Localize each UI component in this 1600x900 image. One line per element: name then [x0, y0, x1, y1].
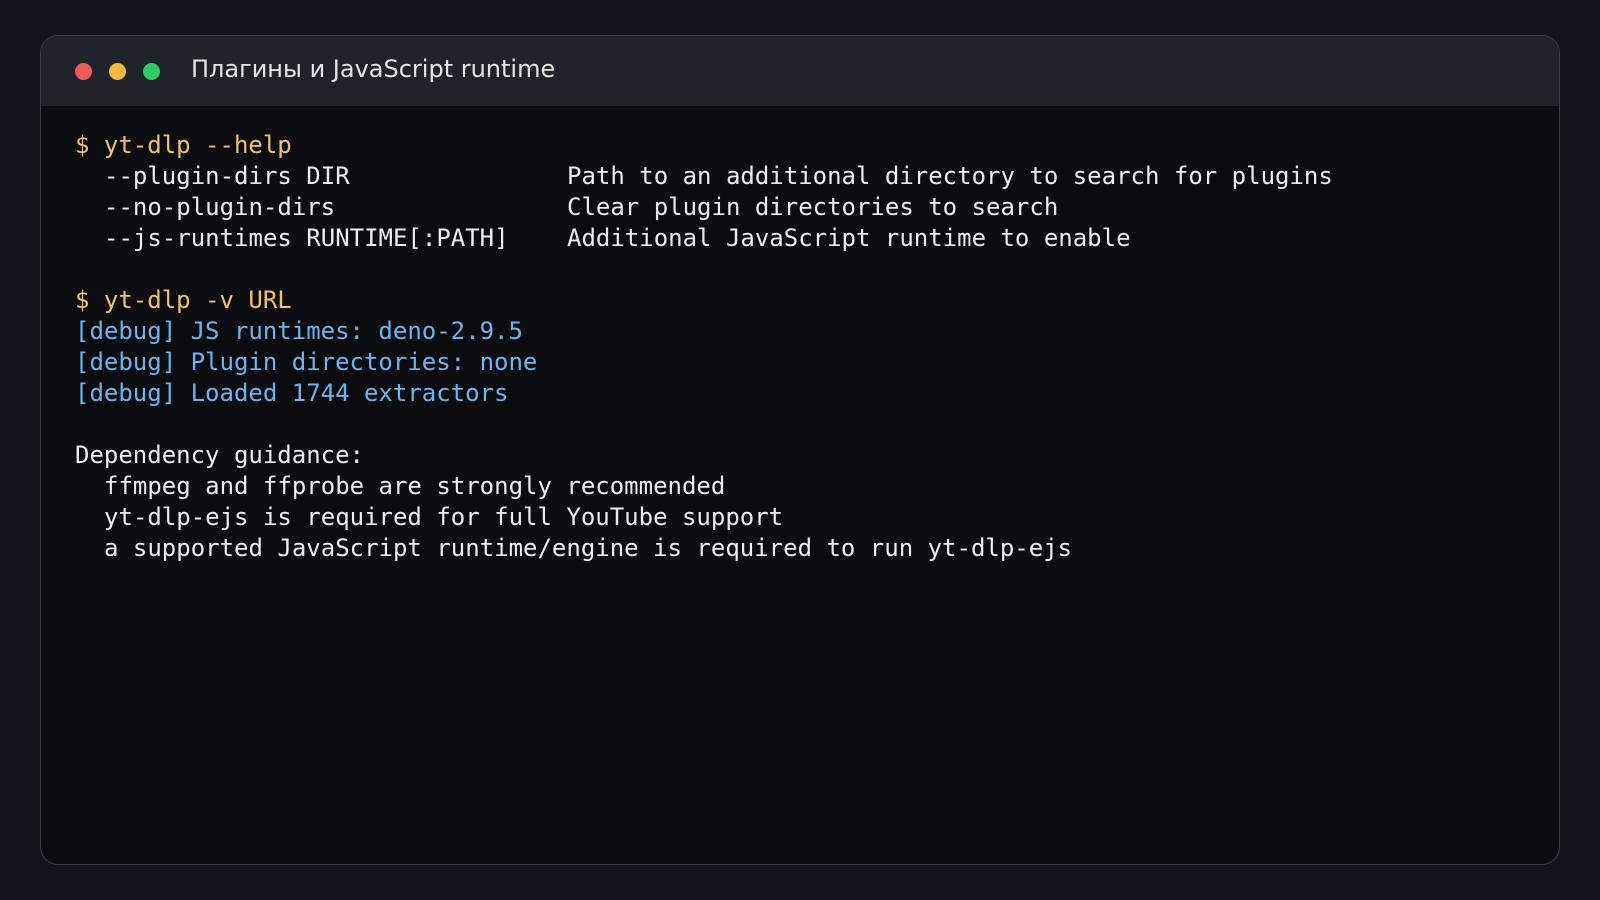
- help-option-row: --js-runtimes RUNTIME[:PATH] Additional J…: [75, 223, 1539, 254]
- debug-line: [debug] JS runtimes: deno-2.9.5: [75, 317, 523, 345]
- debug-line: [debug] Loaded 1744 extractors: [75, 379, 509, 407]
- help-option-row: --plugin-dirs DIR Path to an additional d…: [75, 161, 1539, 192]
- command-line-verbose: $ yt-dlp -v URL: [75, 286, 292, 314]
- option-flag: --plugin-dirs DIR: [104, 162, 350, 190]
- window-title: Плагины и JavaScript runtime: [191, 55, 556, 83]
- option-flag: --js-runtimes RUNTIME[:PATH]: [104, 224, 509, 252]
- close-button[interactable]: [75, 63, 92, 80]
- option-description: Additional JavaScript runtime to enable: [567, 224, 1131, 252]
- guidance-line: a supported JavaScript runtime/engine is…: [104, 534, 1073, 562]
- option-description: Clear plugin directories to search: [567, 193, 1059, 221]
- terminal-output[interactable]: $ yt-dlp --help --plugin-dirs DIR Path to…: [75, 130, 1539, 564]
- help-option-row: --no-plugin-dirs Clear plugin directories…: [75, 192, 1539, 223]
- guidance-line: yt-dlp-ejs is required for full YouTube …: [104, 503, 784, 531]
- option-flag: --no-plugin-dirs: [104, 193, 336, 221]
- debug-line: [debug] Plugin directories: none: [75, 348, 538, 376]
- terminal-window: Плагины и JavaScript runtime $ yt-dlp --…: [40, 35, 1560, 865]
- guidance-line: ffmpeg and ffprobe are strongly recommen…: [104, 472, 726, 500]
- title-bar[interactable]: Плагины и JavaScript runtime: [41, 36, 1559, 106]
- guidance-header: Dependency guidance:: [75, 441, 364, 469]
- minimize-button[interactable]: [109, 63, 126, 80]
- maximize-button[interactable]: [143, 63, 160, 80]
- command-line-help: $ yt-dlp --help: [75, 131, 292, 159]
- option-description: Path to an additional directory to searc…: [567, 162, 1333, 190]
